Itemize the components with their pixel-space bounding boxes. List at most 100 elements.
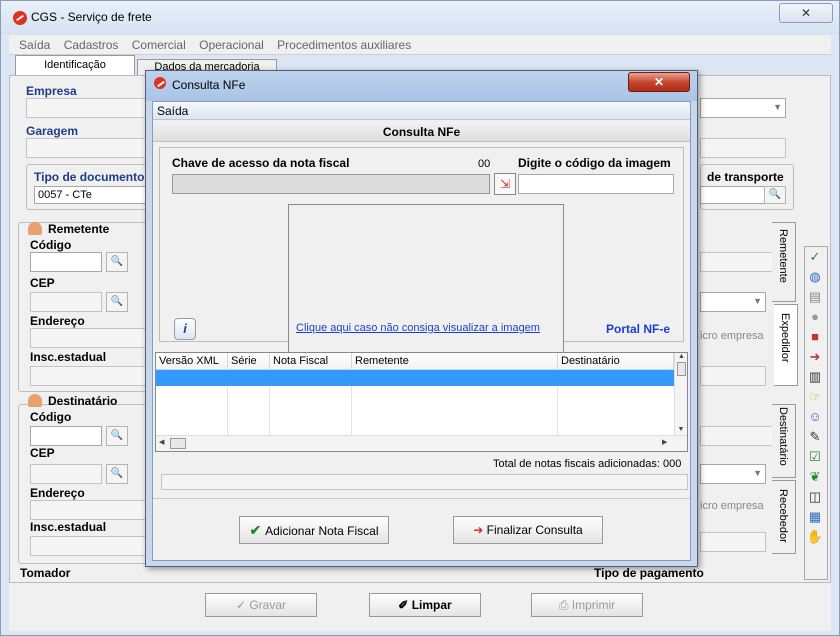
destinatario-right-dropdown[interactable]: ▼: [700, 464, 766, 484]
edit-icon[interactable]: ✎: [805, 427, 825, 447]
column-header-serie[interactable]: Série: [228, 353, 270, 370]
binoculars-icon: 🔍: [110, 430, 124, 441]
side-tab-destinatario-label: Destinatário: [777, 407, 789, 466]
window-close-button[interactable]: ✕: [779, 3, 833, 23]
finalizar-consulta-button[interactable]: ➜ Finalizar Consulta: [453, 516, 603, 544]
horizontal-scrollbar[interactable]: ◀ ▶: [156, 435, 687, 451]
menu-comercial[interactable]: Comercial: [132, 38, 186, 52]
side-tab-remetente[interactable]: Remetente: [772, 222, 796, 302]
destinatario-codigo-search-button[interactable]: 🔍: [106, 426, 128, 446]
hscroll-thumb[interactable]: [170, 438, 186, 449]
imprimir-label: Imprimir: [571, 598, 616, 612]
check-icon[interactable]: ✓: [805, 247, 825, 267]
column-header-destinatario[interactable]: Destinatário: [558, 353, 674, 370]
gravar-button[interactable]: ✓ Gravar: [205, 593, 317, 617]
table-row-selected[interactable]: [156, 370, 674, 386]
finalizar-consulta-label: Finalizar Consulta: [486, 523, 583, 537]
transporte-label: de transporte: [707, 170, 784, 184]
doc-check-icon[interactable]: ☑: [805, 447, 825, 467]
remetente-cep-field[interactable]: [30, 292, 102, 312]
scroll-right-icon[interactable]: ▶: [662, 438, 667, 446]
nfe-table[interactable]: Versão XML Série Nota Fiscal Remetente D…: [155, 352, 688, 452]
handshake-icon[interactable]: ✋: [805, 527, 825, 547]
box-icon[interactable]: ■: [805, 327, 825, 347]
remetente-endereco-label: Endereço: [30, 314, 85, 328]
cert-icon[interactable]: ▤: [805, 287, 825, 307]
menu-procedimentos[interactable]: Procedimentos auxiliares: [277, 38, 411, 52]
destinatario-insc-field[interactable]: [30, 536, 156, 556]
menu-saida[interactable]: Saída: [19, 38, 50, 52]
captcha-field[interactable]: [518, 174, 674, 194]
remetente-right-dropdown[interactable]: ▼: [700, 292, 766, 312]
app-logo-icon: [13, 11, 27, 28]
hand-icon[interactable]: ☞: [805, 387, 825, 407]
limpar-button[interactable]: ✐ Limpar: [369, 593, 481, 617]
destinatario-endereco-field[interactable]: [30, 500, 156, 520]
empresa-dropdown[interactable]: ▼: [700, 98, 786, 118]
binoculars-icon: 🔍: [110, 256, 124, 267]
garagem-field[interactable]: [26, 138, 156, 158]
binoculars-icon: 🔍: [110, 296, 124, 307]
garagem-extra-field[interactable]: [700, 138, 786, 158]
tipo-doc-field[interactable]: 0057 - CTe: [34, 186, 154, 204]
destinatario-cep-search-button[interactable]: 🔍: [106, 464, 128, 484]
remetente-codigo-field[interactable]: [30, 252, 102, 272]
side-tab-recebedor-label: Recebedor: [777, 489, 789, 543]
book-icon[interactable]: ◫: [805, 487, 825, 507]
info-icon[interactable]: i: [174, 318, 196, 340]
tab-identificacao[interactable]: Identificação: [15, 55, 135, 75]
chevron-down-icon: ▼: [753, 468, 762, 478]
bottom-bar: ✓ Gravar ✐ Limpar ⎙ Imprimir: [9, 583, 831, 631]
menu-operacional[interactable]: Operacional: [199, 38, 264, 52]
pages-icon[interactable]: ▥: [805, 367, 825, 387]
remetente-cep-search-button[interactable]: 🔍: [106, 292, 128, 312]
chave-field[interactable]: [172, 174, 490, 194]
circle-icon[interactable]: ●: [805, 307, 825, 327]
scroll-left-icon[interactable]: ◀: [159, 438, 164, 446]
column-divider: [227, 386, 228, 436]
leaf-icon[interactable]: ❦: [805, 467, 825, 487]
scroll-thumb[interactable]: [677, 362, 686, 376]
empresa-label: Empresa: [26, 84, 77, 98]
side-tab-recebedor[interactable]: Recebedor: [772, 480, 796, 554]
remetente-insc-field[interactable]: [30, 366, 156, 386]
column-header-remetente[interactable]: Remetente: [352, 353, 558, 370]
empresa-field[interactable]: [26, 98, 156, 118]
chevron-down-icon: ▼: [753, 296, 762, 306]
captcha-reload-link[interactable]: Clique aqui caso não consiga visualizar …: [296, 322, 540, 334]
people-icon[interactable]: ☺: [805, 407, 825, 427]
vertical-scrollbar[interactable]: ▲ ▼: [674, 353, 687, 435]
gravar-label: Gravar: [249, 598, 287, 612]
adicionar-nota-button[interactable]: ✔ Adicionar Nota Fiscal: [239, 516, 389, 544]
column-header-nota-fiscal[interactable]: Nota Fiscal: [270, 353, 352, 370]
scan-icon[interactable]: ▦: [805, 507, 825, 527]
portal-nfe-link[interactable]: Portal NF-e: [606, 322, 670, 336]
destinatario-codigo-field[interactable]: [30, 426, 102, 446]
destinatario-right-field-2[interactable]: [700, 532, 766, 552]
remetente-right-field-2[interactable]: [700, 366, 766, 386]
imprimir-button[interactable]: ⎙ Imprimir: [531, 593, 643, 617]
dialog-close-button[interactable]: ✕: [628, 72, 690, 92]
side-tab-expedidor[interactable]: Expedidor: [774, 304, 798, 386]
column-header-versao[interactable]: Versão XML: [156, 353, 228, 370]
dialog-menu-saida[interactable]: Saída: [153, 102, 690, 120]
remetente-codigo-search-button[interactable]: 🔍: [106, 252, 128, 272]
binoculars-icon: 🔍: [768, 189, 782, 200]
scroll-up-icon[interactable]: ▲: [675, 353, 687, 360]
menu-cadastros[interactable]: Cadastros: [64, 38, 119, 52]
remetente-codigo-label: Código: [30, 238, 72, 252]
chave-label: Chave de acesso da nota fiscal: [172, 156, 350, 170]
paste-key-icon[interactable]: ⇲: [494, 173, 516, 195]
transporte-search-button[interactable]: 🔍: [764, 186, 786, 204]
check-icon: ✓: [235, 598, 250, 612]
scroll-down-icon[interactable]: ▼: [675, 426, 687, 433]
side-tab-destinatario[interactable]: Destinatário: [772, 404, 796, 478]
tomador-label: Tomador: [20, 566, 71, 580]
dialog-header: Consulta NFe: [153, 122, 690, 142]
destinatario-cep-field[interactable]: [30, 464, 102, 484]
remetente-endereco-field[interactable]: [30, 328, 156, 348]
arrow-right-icon[interactable]: ➜: [805, 347, 825, 367]
dialog-logo-icon: [154, 77, 166, 92]
globe-icon[interactable]: ◍: [805, 267, 825, 287]
exit-icon: ➜: [473, 523, 487, 537]
